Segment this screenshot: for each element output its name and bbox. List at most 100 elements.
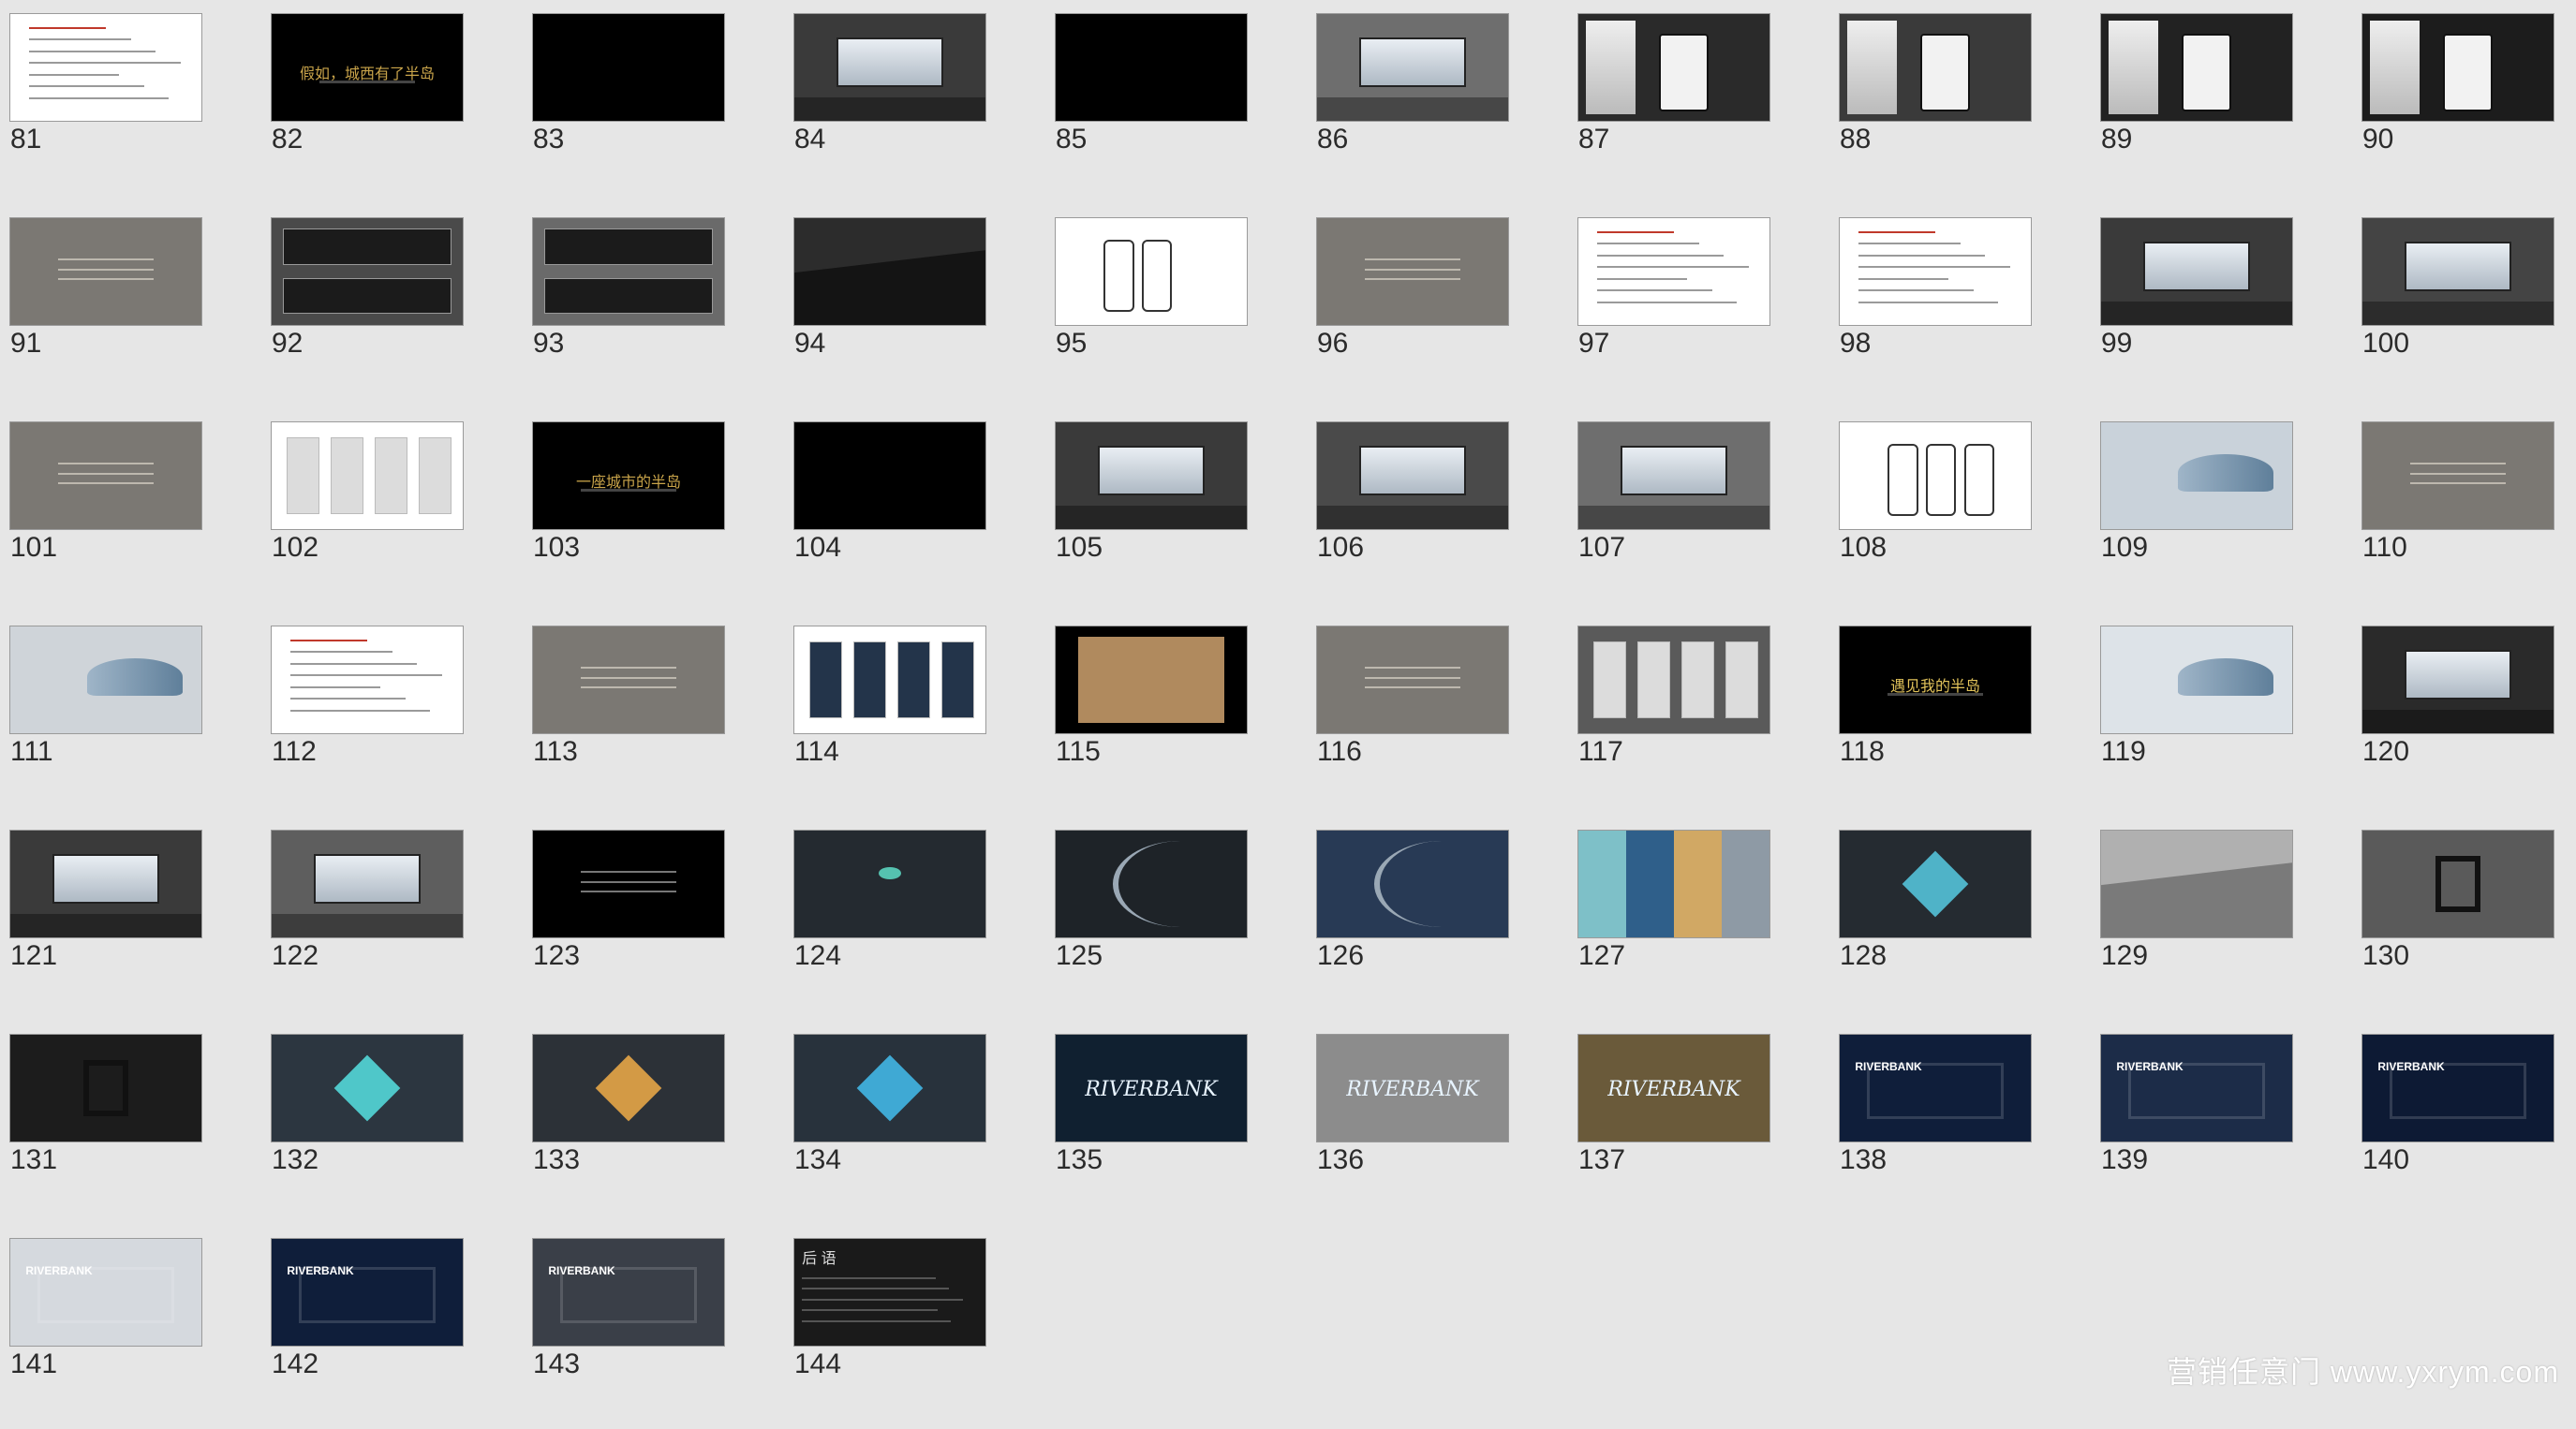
slide-thumbnail[interactable]: 99: [2091, 204, 2352, 408]
slide-thumbnail[interactable]: 130: [2352, 817, 2576, 1021]
slide-grid: 81 假如，城西有了半岛 82 83 84 85 86 87 88 89 90 91 92 93 94 95 9…: [0, 0, 2576, 1398]
slide-thumbnail[interactable]: 106: [1307, 408, 1568, 612]
slide-thumbnail[interactable]: 86: [1307, 0, 1568, 204]
slide-thumbnail[interactable]: 84: [784, 0, 1045, 204]
slide-thumbnail[interactable]: 123: [523, 817, 784, 1021]
text-line: [58, 268, 154, 271]
slide-number: 123: [533, 940, 581, 971]
slide-thumbnail[interactable]: 111: [0, 612, 261, 817]
slide-thumbnail[interactable]: RIVERBANK 135: [1045, 1021, 1307, 1225]
slide-thumbnail[interactable]: 127: [1568, 817, 1829, 1021]
slide-thumbnail[interactable]: 132: [261, 1021, 523, 1225]
slide-thumbnail[interactable]: 131: [0, 1021, 261, 1225]
slide-preview: [793, 421, 986, 530]
slide-number: 117: [1578, 736, 1623, 767]
poster-panel: [375, 436, 407, 515]
slide-preview: [1055, 421, 1248, 530]
slide-thumbnail[interactable]: 88: [1829, 0, 2091, 204]
text-line: [802, 1288, 950, 1290]
text-line: [802, 1319, 952, 1322]
slide-thumbnail[interactable]: 107: [1568, 408, 1829, 612]
slide-thumbnail[interactable]: 90: [2352, 0, 2576, 204]
slide-thumbnail[interactable]: 93: [523, 204, 784, 408]
slide-thumbnail[interactable]: 126: [1307, 817, 1568, 1021]
slide-thumbnail[interactable]: RIVERBANK 141: [0, 1225, 261, 1429]
slide-thumbnail[interactable]: 129: [2091, 817, 2352, 1021]
slide-number: 109: [2101, 532, 2149, 563]
slide-thumbnail[interactable]: 89: [2091, 0, 2352, 204]
slide-preview: [1316, 421, 1509, 530]
slide-thumbnail[interactable]: 96: [1307, 204, 1568, 408]
slide-preview: [1577, 626, 1770, 734]
text-line: [581, 676, 676, 679]
text-line: [29, 50, 156, 52]
slide-thumbnail[interactable]: 120: [2352, 612, 2576, 817]
slide-thumbnail[interactable]: 110: [2352, 408, 2576, 612]
slide-number: 98: [1840, 328, 1872, 359]
slide-thumbnail[interactable]: 112: [261, 612, 523, 817]
slide-thumbnail[interactable]: RIVERBANK 137: [1568, 1021, 1829, 1225]
slide-number: 85: [1056, 124, 1088, 155]
slide-thumbnail[interactable]: 81: [0, 0, 261, 204]
slide-preview: [793, 217, 986, 326]
text-line: [802, 1309, 938, 1312]
slide-thumbnail[interactable]: 109: [2091, 408, 2352, 612]
poster-panel: [1637, 641, 1670, 719]
slide-thumbnail[interactable]: 108: [1829, 408, 2091, 612]
slide-thumbnail[interactable]: 122: [261, 817, 523, 1021]
slide-number: 130: [2362, 940, 2410, 971]
text-line: [1858, 266, 2010, 269]
slide-thumbnail[interactable]: 假如，城西有了半岛 82: [261, 0, 523, 204]
text-line: [290, 709, 431, 712]
slide-thumbnail[interactable]: 后 语 144: [784, 1225, 1045, 1429]
slide-thumbnail[interactable]: RIVERBANK 139: [2091, 1021, 2352, 1225]
slide-thumbnail[interactable]: 100: [2352, 204, 2576, 408]
slide-number: 102: [272, 532, 319, 563]
epilogue-heading: 后 语: [802, 1250, 836, 1267]
slide-thumbnail[interactable]: 115: [1045, 612, 1307, 817]
slide-thumbnail[interactable]: 104: [784, 408, 1045, 612]
slide-thumbnail[interactable]: 114: [784, 612, 1045, 817]
slide-thumbnail[interactable]: 119: [2091, 612, 2352, 817]
slide-thumbnail[interactable]: 一座城市的半岛 103: [523, 408, 784, 612]
slide-thumbnail[interactable]: 95: [1045, 204, 1307, 408]
slide-thumbnail[interactable]: 121: [0, 817, 261, 1021]
slide-thumbnail[interactable]: 91: [0, 204, 261, 408]
slide-thumbnail[interactable]: RIVERBANK 140: [2352, 1021, 2576, 1225]
slide-thumbnail[interactable]: 116: [1307, 612, 1568, 817]
slide-thumbnail[interactable]: RIVERBANK 143: [523, 1225, 784, 1429]
slide-thumbnail[interactable]: 128: [1829, 817, 2091, 1021]
slide-thumbnail[interactable]: RIVERBANK 138: [1829, 1021, 2091, 1225]
slide-thumbnail[interactable]: 134: [784, 1021, 1045, 1225]
text-line: [581, 685, 676, 688]
slide-thumbnail[interactable]: 101: [0, 408, 261, 612]
slide-number: 112: [272, 736, 317, 767]
slide-thumbnail[interactable]: 102: [261, 408, 523, 612]
slide-thumbnail[interactable]: 125: [1045, 817, 1307, 1021]
text-line: [1365, 676, 1460, 679]
slide-thumbnail[interactable]: 133: [523, 1021, 784, 1225]
slide-thumbnail[interactable]: 92: [261, 204, 523, 408]
slide-thumbnail[interactable]: 124: [784, 817, 1045, 1021]
slide-thumbnail[interactable]: 98: [1829, 204, 2091, 408]
slide-thumbnail[interactable]: 113: [523, 612, 784, 817]
slide-number: 86: [1317, 124, 1349, 155]
slide-thumbnail[interactable]: 83: [523, 0, 784, 204]
slide-thumbnail[interactable]: 87: [1568, 0, 1829, 204]
slide-number: 89: [2101, 124, 2133, 155]
billboard-panel: [313, 854, 422, 904]
text-line: [290, 685, 381, 688]
slide-thumbnail[interactable]: 遇见我的半岛 118: [1829, 612, 2091, 817]
poster-strip: [2370, 20, 2421, 115]
slide-thumbnail[interactable]: 85: [1045, 0, 1307, 204]
slide-preview: [271, 217, 464, 326]
sculpture-shape: [2435, 856, 2481, 912]
slide-thumbnail[interactable]: RIVERBANK 136: [1307, 1021, 1568, 1225]
slide-thumbnail[interactable]: 105: [1045, 408, 1307, 612]
slide-number: 84: [794, 124, 826, 155]
slide-thumbnail[interactable]: 97: [1568, 204, 1829, 408]
slide-thumbnail[interactable]: 94: [784, 204, 1045, 408]
slide-thumbnail[interactable]: RIVERBANK 142: [261, 1225, 523, 1429]
slide-thumbnail[interactable]: 117: [1568, 612, 1829, 817]
slide-preview: [532, 217, 725, 326]
